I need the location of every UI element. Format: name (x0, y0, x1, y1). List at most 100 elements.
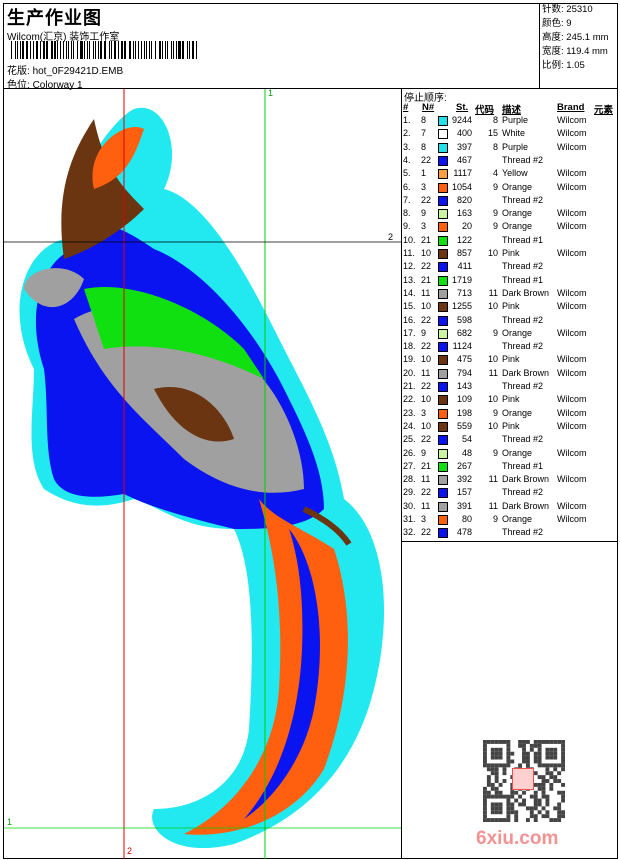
color-swatch (438, 209, 448, 220)
row-index: 19. (403, 354, 416, 365)
row-index: 31. (403, 514, 416, 524)
row-index: 13. (403, 274, 416, 285)
row-needle: 22 (421, 261, 432, 272)
table-row: 29. 22 157 Thread #2 (402, 486, 618, 499)
row-index: 32. (403, 527, 416, 538)
row-brand: Wilcom (557, 115, 587, 125)
color-swatch (438, 328, 448, 339)
table-row: 13. 21 1719 Thread #1 (402, 274, 618, 287)
row-code: 11 (488, 500, 498, 511)
table-row: 3. 8 397 8 Purple Wilcom (402, 141, 618, 154)
color-swatch (438, 488, 448, 499)
table-row: 18. 22 1124 Thread #2 (402, 340, 618, 353)
color-swatch (438, 461, 448, 472)
row-stitches: 713 (456, 287, 472, 298)
row-brand: Wilcom (557, 514, 587, 524)
row-needle: 10 (421, 420, 432, 431)
row-index: 17. (403, 327, 416, 338)
table-row: 15. 10 1255 10 Pink Wilcom (402, 300, 618, 313)
row-stitches: 392 (456, 474, 472, 485)
row-needle: 8 (421, 141, 427, 152)
row-desc: Purple (502, 141, 529, 152)
row-needle: 10 (421, 354, 432, 365)
row-index: 25. (403, 434, 416, 445)
table-row: 7. 22 820 Thread #2 (402, 194, 618, 207)
stat-item: 高度: 245.1 mm (541, 31, 618, 45)
table-row: 28. 11 392 11 Dark Brown Wilcom (402, 473, 618, 486)
color-swatch (438, 249, 448, 259)
row-desc: Dark Brown (502, 500, 550, 511)
row-stitches: 559 (456, 420, 472, 431)
row-code: 9 (492, 221, 498, 232)
row-needle: 22 (421, 434, 432, 445)
stat-item: 颜色: 9 (541, 17, 618, 31)
table-row: 6. 3 1054 9 Orange Wilcom (402, 181, 618, 194)
row-desc: Pink (502, 394, 520, 405)
color-swatch (438, 448, 448, 459)
row-brand: Wilcom (557, 248, 587, 258)
row-brand: Wilcom (557, 394, 587, 405)
row-brand: Wilcom (557, 407, 587, 418)
row-index: 7. (403, 194, 411, 205)
row-brand: Wilcom (557, 208, 587, 219)
row-code: 11 (488, 367, 498, 378)
table-row: 5. 1 1117 4 Yellow Wilcom (402, 167, 618, 180)
color-swatch (438, 528, 448, 539)
color-swatch (438, 368, 448, 379)
color-swatch (438, 129, 448, 140)
stat-value: 119.4 mm (566, 46, 608, 57)
col-header-stitches: St. (456, 102, 469, 113)
row-desc: Thread #2 (502, 314, 544, 325)
table-row: 23. 3 198 9 Orange Wilcom (402, 407, 618, 420)
row-stitches: 267 (456, 460, 472, 471)
table-row: 19. 10 475 10 Pink Wilcom (402, 353, 618, 366)
row-code: 11 (488, 474, 498, 485)
row-needle: 11 (421, 500, 431, 511)
color-swatch (438, 315, 448, 326)
row-needle: 10 (421, 248, 432, 258)
table-row: 9. 3 20 9 Orange Wilcom (402, 220, 618, 233)
row-desc: Orange (502, 221, 533, 232)
col-header-index: # (403, 102, 409, 113)
table-row: 10. 21 122 Thread #1 (402, 234, 618, 247)
row-index: 9. (403, 221, 411, 232)
color-swatch (438, 515, 448, 525)
row-desc: Thread #1 (502, 274, 544, 285)
table-row: 21. 22 143 Thread #2 (402, 380, 618, 393)
row-needle: 8 (421, 115, 427, 125)
color-swatch (438, 421, 448, 432)
row-desc: Dark Brown (502, 287, 550, 298)
row-desc: Dark Brown (502, 367, 550, 378)
row-needle: 22 (421, 314, 432, 325)
row-needle: 11 (421, 287, 431, 298)
row-desc: Yellow (502, 168, 528, 179)
row-code: 8 (492, 141, 498, 152)
row-brand: Wilcom (557, 354, 587, 365)
table-row: 16. 22 598 Thread #2 (402, 314, 618, 327)
row-desc: Thread #1 (502, 234, 544, 245)
row-desc: Thread #2 (502, 487, 544, 498)
row-code: 9 (492, 327, 498, 338)
stamp-seal (512, 768, 534, 790)
row-desc: Orange (502, 208, 533, 219)
table-row: 8. 9 163 9 Orange Wilcom (402, 207, 618, 220)
color-swatch (438, 275, 448, 286)
table-row: 4. 22 467 Thread #2 (402, 154, 618, 167)
row-needle: 21 (421, 234, 432, 245)
color-swatch (438, 501, 448, 512)
color-swatch (438, 182, 448, 193)
stat-item: 针数: 25310 (541, 3, 618, 17)
row-index: 26. (403, 447, 416, 458)
row-code: 10 (487, 420, 498, 431)
row-index: 10. (403, 234, 416, 245)
row-index: 29. (403, 487, 416, 498)
stat-label: 针数: (542, 4, 564, 15)
table-row: 2. 7 400 15 White Wilcom (402, 127, 618, 140)
row-desc: Thread #2 (502, 154, 544, 165)
row-index: 21. (403, 381, 416, 391)
row-code: 10 (487, 248, 498, 258)
row-desc: Thread #2 (502, 261, 544, 272)
color-swatch (438, 408, 448, 419)
row-stitches: 1719 (451, 274, 472, 285)
table-row: 1. 8 9244 8 Purple Wilcom (402, 114, 618, 127)
